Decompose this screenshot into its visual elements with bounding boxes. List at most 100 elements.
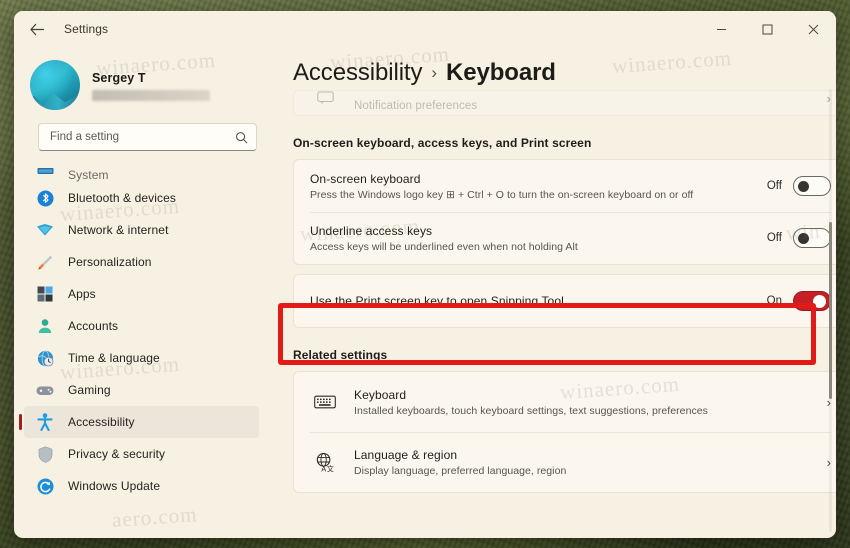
account-block[interactable]: Sergey T [14,47,271,115]
keyboard-toggles-card: On-screen keyboard Press the Windows log… [293,159,836,265]
window-title: Settings [64,22,109,36]
related-item-keyboard[interactable]: Keyboard Installed keyboards, touch keyb… [294,372,836,432]
underline-access-keys-toggle[interactable] [793,228,831,248]
sidebar-item-windows-update[interactable]: Windows Update [24,470,259,502]
sidebar-item-personalization[interactable]: Personalization [24,246,259,278]
row-subtitle: Installed keyboards, touch keyboard sett… [354,404,708,417]
notification-preferences-row[interactable]: Notification preferences › [294,91,836,115]
row-right: Off [767,176,831,196]
row-subtitle: Press the Windows logo key ⊞ + Ctrl + O … [310,188,694,201]
row-title: Keyboard [354,387,407,402]
window-controls [698,11,836,47]
print-screen-snipping-tool-card: Use the Print screen key to open Snippin… [293,274,836,328]
sidebar-item-privacy-security[interactable]: Privacy & security [24,438,259,470]
maximize-icon [762,24,772,34]
svg-text:文: 文 [327,464,335,472]
sidebar-item-time-language[interactable]: Time & language [24,342,259,374]
sidebar-item-system[interactable]: System [24,160,259,182]
search-input[interactable] [50,131,235,143]
underline-access-keys-row[interactable]: Underline access keys Access keys will b… [294,212,836,264]
bluetooth-icon [34,188,56,208]
close-icon [808,24,818,34]
breadcrumb-separator: › [431,63,437,82]
row-texts: Language & region Display language, pref… [354,439,817,486]
settings-window: Settings Sergey T Find a setting System … [14,11,836,538]
window-body: Sergey T Find a setting System Bluetooth… [14,47,836,538]
toggle-state-label: On [766,295,782,307]
maximize-button[interactable] [744,11,790,47]
row-title: On-screen keyboard [310,171,421,186]
on-screen-keyboard-row[interactable]: On-screen keyboard Press the Windows log… [294,160,836,212]
sidebar-item-label: Windows Update [68,479,161,493]
toggle-state-label: Off [766,232,782,244]
sidebar-item-label: Privacy & security [68,447,166,461]
sidebar-item-label: Network & internet [68,223,169,237]
breadcrumb-parent[interactable]: Accessibility [293,59,423,86]
sidebar-item-label: Apps [68,287,96,301]
back-button[interactable] [20,14,54,44]
scrollbar-thumb[interactable] [829,221,832,400]
row-texts: Keyboard Installed keyboards, touch keyb… [354,379,817,426]
title-bar: Settings [14,11,836,47]
minimize-button[interactable] [698,11,744,47]
breadcrumb-current: Keyboard [445,59,556,86]
sidebar-item-label: Gaming [68,383,111,397]
close-button[interactable] [790,11,836,47]
row-texts: On-screen keyboard Press the Windows log… [310,163,767,210]
account-icon [34,316,56,336]
row-texts: Notification preferences [354,91,817,115]
minimize-icon [716,28,726,30]
row-right: Off [767,228,831,248]
gamepad-icon [34,380,56,400]
related-settings-card: Keyboard Installed keyboards, touch keyb… [293,371,836,493]
windows-update-icon [34,476,56,496]
sidebar-item-label: Accounts [68,319,119,333]
sidebar-item-accessibility[interactable]: Accessibility [19,406,259,438]
sidebar-item-bluetooth-devices[interactable]: Bluetooth & devices [24,182,259,214]
notification-icon [310,91,340,104]
main-pane: Accessibility›Keyboard Notification pr [271,47,836,538]
toggle-knob [798,180,809,192]
print-screen-snipping-tool-toggle[interactable] [793,291,831,311]
toggle-knob [813,294,826,308]
sidebar: Sergey T Find a setting System Bluetooth… [14,47,271,538]
row-subtitle: Access keys will be underlined even when… [310,240,578,253]
page-title: Accessibility › Keyboard [293,47,836,87]
svg-text:A: A [321,464,326,472]
sidebar-item-label: Accessibility [68,415,135,429]
back-arrow-icon [29,23,44,35]
account-email-redacted [92,90,210,101]
avatar [30,60,80,110]
sidebar-item-network-internet[interactable]: Network & internet [24,214,259,246]
row-title: Use the Print screen key to open Snippin… [310,294,564,308]
apps-icon [34,284,56,304]
network-icon [34,220,56,240]
related-settings-heading: Related settings [293,348,388,362]
section-heading: On-screen keyboard, access keys, and Pri… [293,136,592,150]
related-item-language-region[interactable]: A 文 Language & region Display language, … [294,432,836,492]
sidebar-item-gaming[interactable]: Gaming [24,374,259,406]
sidebar-item-label: Bluetooth & devices [68,191,176,205]
sidebar-item-apps[interactable]: Apps [24,278,259,310]
notification-preferences-card[interactable]: Notification preferences › [293,90,836,116]
keyboard-icon [310,394,340,410]
sidebar-item-label: Time & language [68,351,160,365]
row-right: On [767,291,831,311]
toggle-knob [798,232,809,244]
row-title: Language & region [354,447,458,462]
account-text: Sergey T [92,69,210,101]
row-subtitle: Display language, preferred language, re… [354,464,567,477]
on-screen-keyboard-toggle[interactable] [793,176,831,196]
row-texts: Use the Print screen key to open Snippin… [310,285,767,317]
print-screen-snipping-tool-row[interactable]: Use the Print screen key to open Snippin… [294,275,836,327]
sidebar-item-label: Personalization [68,255,152,269]
accessibility-icon [34,412,56,432]
shield-icon [34,444,56,464]
content-scrollbar[interactable] [829,89,832,532]
system-icon [34,162,56,182]
row-texts: Underline access keys Access keys will b… [310,215,767,262]
search-box[interactable] [38,123,257,151]
row-title: Underline access keys [310,223,433,238]
paintbrush-icon [34,252,56,272]
sidebar-item-accounts[interactable]: Accounts [24,310,259,342]
